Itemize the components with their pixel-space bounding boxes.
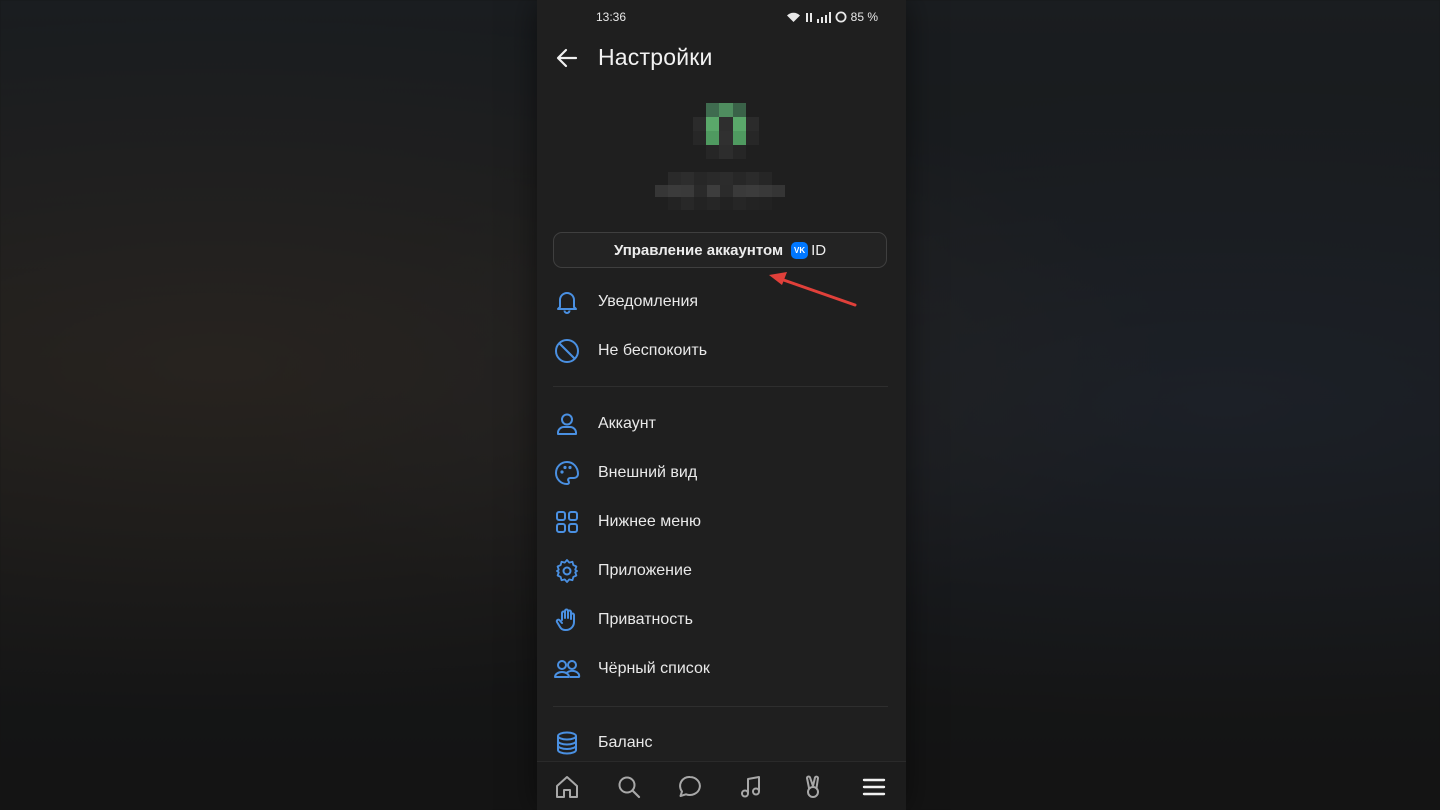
menu-item-label: Приложение [598, 562, 692, 579]
menu-item-appearance[interactable]: Внешний вид [553, 453, 890, 493]
manage-account-label: Управление аккаунтом [613, 241, 784, 259]
database-icon [553, 729, 581, 757]
phone-screen: 13:36 85 % Настройки Управление аккаунто… [537, 0, 906, 810]
do-not-disturb-icon [553, 337, 581, 365]
battery-icon [835, 11, 847, 23]
chat-icon [679, 775, 701, 797]
network-type-icon [805, 12, 812, 22]
menu-item-account[interactable]: Аккаунт [553, 404, 890, 444]
menu-item-label: Нижнее меню [598, 513, 702, 530]
tab-menu[interactable] [859, 772, 889, 802]
users-icon [553, 655, 581, 683]
tab-messages[interactable] [675, 772, 705, 802]
vk-id-label: ID [811, 241, 827, 259]
manage-account-button[interactable]: Управление аккаунтом VK ID [553, 232, 887, 268]
menu-item-bottom-menu[interactable]: Нижнее меню [553, 502, 890, 542]
vk-logo-icon: VK [791, 241, 809, 259]
status-time: 13:36 [596, 10, 627, 24]
profile-name-blurred [655, 172, 785, 210]
palette-icon [553, 459, 581, 487]
menu-item-blacklist[interactable]: Чёрный список [553, 649, 890, 689]
battery-level: 85 % [850, 10, 878, 24]
menu-item-privacy[interactable]: Приватность [553, 600, 890, 640]
tab-search[interactable] [614, 772, 644, 802]
music-icon [741, 776, 760, 798]
menu-item-label: Внешний вид [598, 464, 698, 481]
signal-icon [816, 11, 831, 23]
menu-item-do-not-disturb[interactable]: Не беспокоить [553, 331, 890, 371]
menu-item-application[interactable]: Приложение [553, 551, 890, 591]
section-divider [553, 386, 888, 387]
tab-music[interactable] [736, 772, 766, 802]
wifi-icon [786, 12, 800, 22]
clips-icon [806, 775, 819, 798]
bottom-tab-bar [537, 761, 906, 810]
menu-item-notifications[interactable]: Уведомления [553, 282, 890, 322]
menu-item-label: Аккаунт [598, 415, 656, 432]
menu-item-balance[interactable]: Баланс [553, 723, 890, 763]
arrow-left-icon [556, 48, 578, 68]
top-bar: Настройки [537, 40, 906, 76]
gear-icon [553, 557, 581, 585]
status-icons: 85 % [786, 10, 878, 24]
menu-item-label: Чёрный список [598, 660, 710, 677]
person-icon [553, 410, 581, 438]
bell-icon [553, 288, 581, 316]
status-bar: 13:36 85 % [537, 9, 906, 25]
menu-item-label: Приватность [598, 611, 693, 628]
back-button[interactable] [553, 44, 581, 72]
home-icon [556, 776, 578, 798]
grid-icon [553, 508, 581, 536]
avatar[interactable] [693, 103, 759, 159]
page-title: Настройки [598, 44, 713, 70]
menu-item-label: Не беспокоить [598, 342, 708, 359]
tab-clips[interactable] [798, 772, 828, 802]
search-icon [618, 776, 641, 799]
menu-item-label: Уведомления [598, 293, 699, 310]
tab-home[interactable] [552, 772, 582, 802]
menu-icon [862, 778, 886, 796]
menu-item-label: Баланс [598, 734, 653, 751]
hand-icon [553, 606, 581, 634]
section-divider [553, 706, 888, 707]
